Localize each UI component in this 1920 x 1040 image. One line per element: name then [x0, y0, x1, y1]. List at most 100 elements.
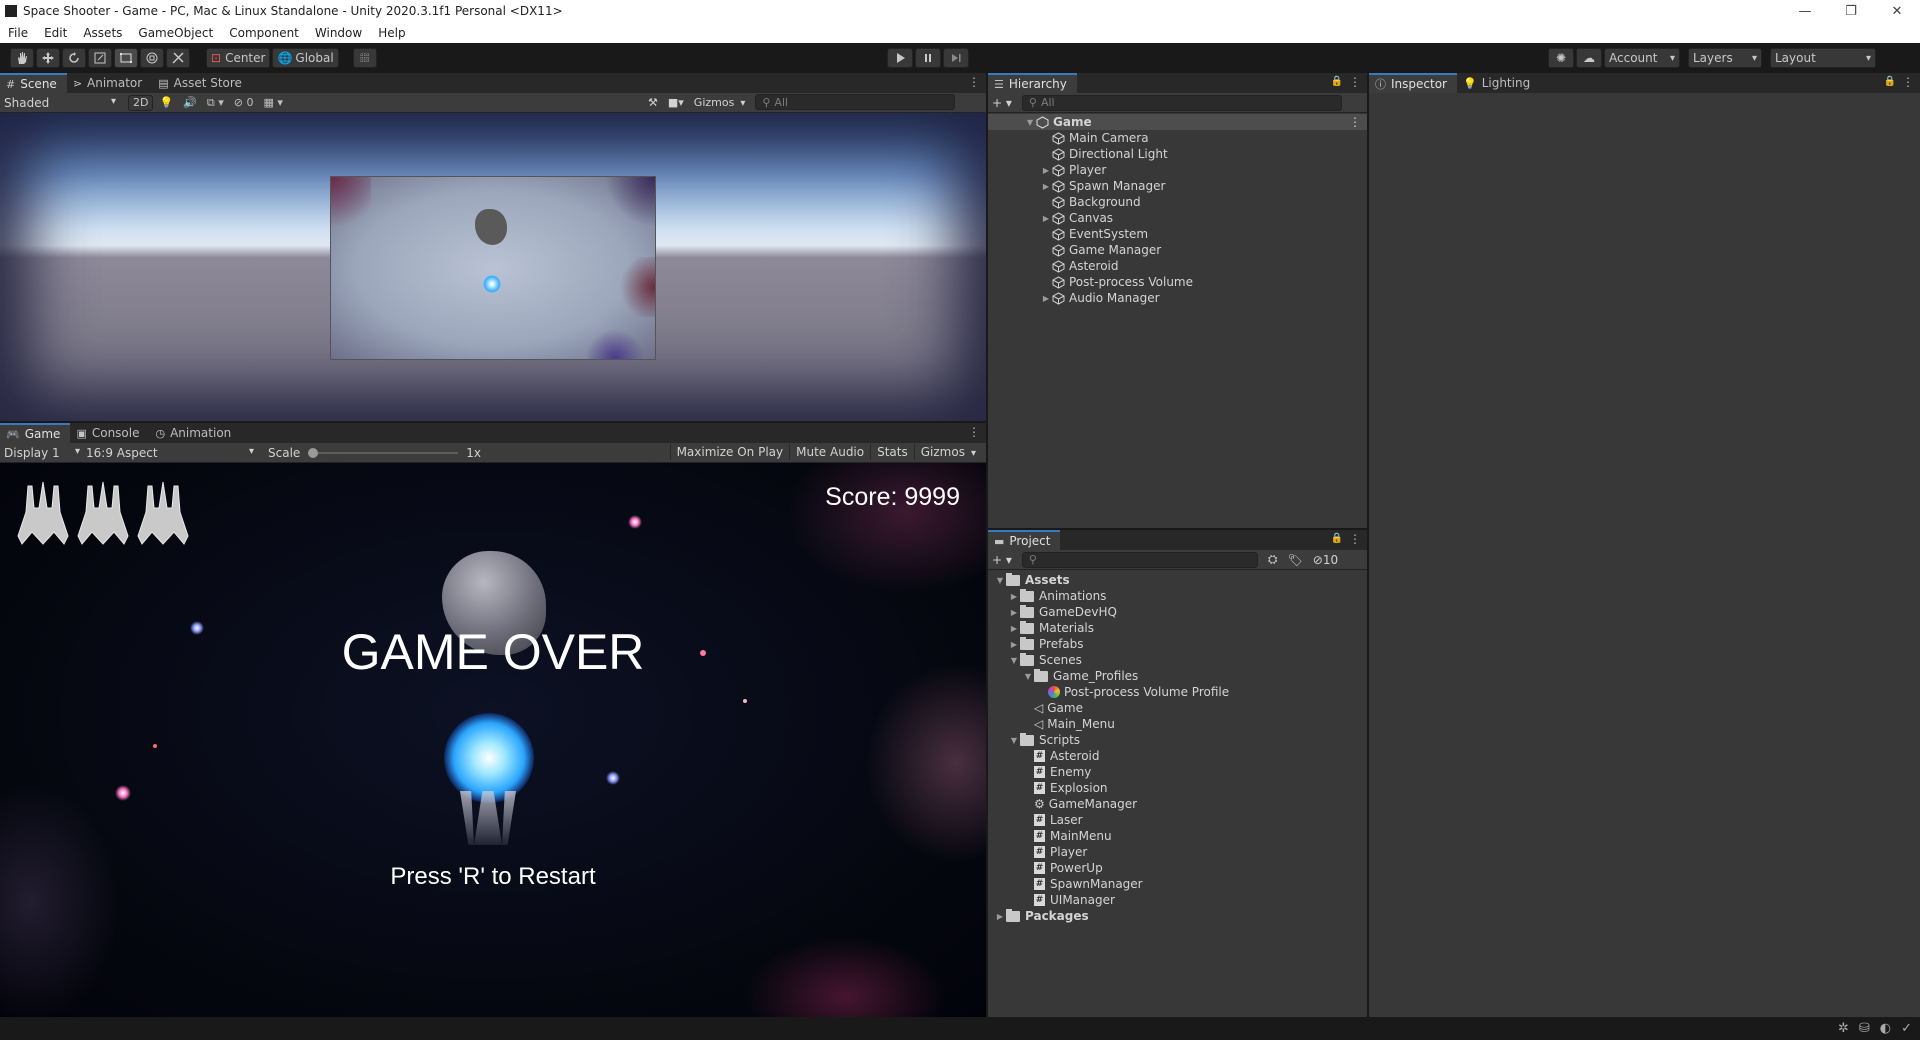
expand-arrow-icon[interactable]: ▶	[1040, 166, 1052, 175]
account-dropdown[interactable]: Account	[1604, 48, 1680, 68]
project-tree-item[interactable]: ◁ Game	[988, 700, 1367, 716]
scene-menu-icon[interactable]: ⋮	[968, 75, 980, 89]
tab-game[interactable]: 🎮 Game	[0, 423, 71, 443]
scene-search-input[interactable]: ⚲ All	[755, 94, 956, 110]
project-search-input[interactable]: ⚲	[1021, 551, 1258, 568]
project-tree-item[interactable]: # Asteroid	[988, 748, 1367, 764]
maximize-on-play-toggle[interactable]: Maximize On Play	[669, 444, 790, 460]
project-tree-item[interactable]: # Laser	[988, 812, 1367, 828]
expand-arrow-icon[interactable]: ▶	[1008, 624, 1020, 633]
project-tree-item[interactable]: ◁ Main_Menu	[988, 716, 1367, 732]
project-tree-item[interactable]: ▼ Scenes	[988, 652, 1367, 668]
expand-arrow-icon[interactable]: ▼	[994, 576, 1006, 585]
hierarchy-item[interactable]: Background	[988, 194, 1367, 210]
create-dropdown-icon[interactable]: + ▾	[992, 96, 1012, 110]
lighting-status-icon[interactable]: ◐	[1880, 1021, 1891, 1036]
grid-dropdown-icon[interactable]: ▦ ▾	[263, 96, 282, 109]
scene-visibility-icon[interactable]: ⊘ 0	[234, 96, 254, 109]
scale-slider[interactable]	[308, 447, 459, 459]
expand-arrow-icon[interactable]: ▼	[1022, 672, 1034, 681]
menu-edit[interactable]: Edit	[36, 26, 75, 40]
expand-arrow-icon[interactable]: ▼	[1008, 656, 1020, 665]
cache-server-icon[interactable]: ⛁	[1859, 1021, 1870, 1036]
hierarchy-item[interactable]: ▶ Canvas	[988, 210, 1367, 226]
hierarchy-root-game[interactable]: ▼ Game ⋮	[988, 114, 1367, 130]
hierarchy-item[interactable]: ▶ Player	[988, 162, 1367, 178]
expand-arrow-icon[interactable]: ▶	[1040, 182, 1052, 191]
hidden-packages-icon[interactable]: ⊘10	[1313, 553, 1338, 567]
scale-slider-thumb[interactable]	[308, 447, 319, 458]
display-dropdown[interactable]: Display 1	[4, 446, 80, 460]
project-tree-item[interactable]: ▼ Scripts	[988, 732, 1367, 748]
tab-hierarchy[interactable]: ☰ Hierarchy	[988, 73, 1077, 93]
lock-icon[interactable]: 🔒	[1331, 533, 1343, 544]
project-tree-item[interactable]: # MainMenu	[988, 828, 1367, 844]
menu-window[interactable]: Window	[307, 26, 370, 40]
stats-toggle[interactable]: Stats	[870, 444, 914, 460]
menu-assets[interactable]: Assets	[75, 26, 130, 40]
lock-icon[interactable]: 🔒	[1884, 76, 1896, 87]
project-tree-item[interactable]: ▼ Assets	[988, 572, 1367, 588]
tools-icon[interactable]: ⚒	[648, 96, 658, 109]
scene-viewport[interactable]	[0, 113, 986, 421]
shading-mode-dropdown[interactable]: Shaded	[4, 96, 120, 110]
hierarchy-item[interactable]: ▶ Spawn Manager	[988, 178, 1367, 194]
tab-lighting[interactable]: 💡 Lighting	[1457, 73, 1540, 93]
collab-icon[interactable]: ✺	[1548, 48, 1574, 68]
project-tree-item[interactable]: ▶ Animations	[988, 588, 1367, 604]
hierarchy-item[interactable]: EventSystem	[988, 226, 1367, 242]
filter-by-label-icon[interactable]: 🏷	[1288, 553, 1303, 567]
hierarchy-item[interactable]: Main Camera	[988, 130, 1367, 146]
project-tree-item[interactable]: # Explosion	[988, 780, 1367, 796]
hand-tool-icon[interactable]	[10, 48, 34, 68]
effects-dropdown-icon[interactable]: ⧉ ▾	[207, 96, 224, 110]
custom-tool-icon[interactable]	[166, 48, 190, 68]
minimize-icon[interactable]: —	[1782, 0, 1828, 22]
project-tree-item[interactable]: ▼ Game_Profiles	[988, 668, 1367, 684]
project-tree-item[interactable]: ▶ GameDevHQ	[988, 604, 1367, 620]
inspector-menu-icon[interactable]: ⋮	[1902, 75, 1914, 89]
project-tree-item[interactable]: ▶ Materials	[988, 620, 1367, 636]
project-tree-item[interactable]: # Player	[988, 844, 1367, 860]
expand-arrow-icon[interactable]: ▶	[1008, 592, 1020, 601]
tab-project[interactable]: ▬ Project	[988, 530, 1061, 550]
tab-animator[interactable]: ⋗ Animator	[67, 73, 152, 93]
project-tree-item[interactable]: # Enemy	[988, 764, 1367, 780]
move-tool-icon[interactable]	[36, 48, 60, 68]
grid-snap-icon[interactable]	[352, 48, 377, 68]
project-tree-item[interactable]: Post-process Volume Profile	[988, 684, 1367, 700]
menu-gameobject[interactable]: GameObject	[130, 26, 221, 40]
project-tree-item[interactable]: ▶ Packages	[988, 908, 1367, 924]
camera-dropdown-icon[interactable]: ■▾	[668, 96, 684, 109]
project-tree-item[interactable]: # SpawnManager	[988, 876, 1367, 892]
tab-inspector[interactable]: ⓘ Inspector	[1369, 73, 1457, 93]
play-button[interactable]	[887, 48, 913, 68]
space-global-button[interactable]: 🌐 Global	[272, 48, 339, 68]
scene-gizmos-dropdown[interactable]: Gizmos	[694, 96, 746, 109]
game-gizmos-dropdown[interactable]: Gizmos	[913, 444, 982, 460]
cloud-icon[interactable]: ☁	[1576, 48, 1602, 68]
expand-arrow-icon[interactable]: ▶	[1040, 214, 1052, 223]
pivot-center-button[interactable]: ⊡ Center	[206, 48, 271, 68]
expand-arrow-icon[interactable]: ▶	[994, 912, 1006, 921]
tab-console[interactable]: ▣ Console	[70, 423, 149, 443]
transform-tool-icon[interactable]	[140, 48, 164, 68]
hierarchy-item[interactable]: ▶ Audio Manager	[988, 290, 1367, 306]
project-tree-item[interactable]: ▶ Prefabs	[988, 636, 1367, 652]
expand-arrow-icon[interactable]: ▶	[1008, 608, 1020, 617]
menu-help[interactable]: Help	[370, 26, 413, 40]
lighting-toggle-icon[interactable]: 💡	[159, 96, 173, 109]
2d-toggle[interactable]: 2D	[128, 94, 154, 111]
mute-audio-toggle[interactable]: Mute Audio	[789, 444, 870, 460]
step-button[interactable]	[943, 48, 969, 68]
expand-arrow-icon[interactable]: ▼	[1024, 118, 1036, 127]
aspect-dropdown[interactable]: 16:9 Aspect	[86, 446, 254, 460]
project-tree-item[interactable]: ⚙ GameManager	[988, 796, 1367, 812]
hierarchy-menu-icon[interactable]: ⋮	[1349, 75, 1361, 89]
hierarchy-item[interactable]: Asteroid	[988, 258, 1367, 274]
create-dropdown-icon[interactable]: + ▾	[992, 553, 1012, 567]
rotate-tool-icon[interactable]	[62, 48, 86, 68]
restore-icon[interactable]: ❐	[1828, 0, 1874, 22]
rect-tool-icon[interactable]	[114, 48, 138, 68]
project-menu-icon[interactable]: ⋮	[1349, 532, 1361, 546]
